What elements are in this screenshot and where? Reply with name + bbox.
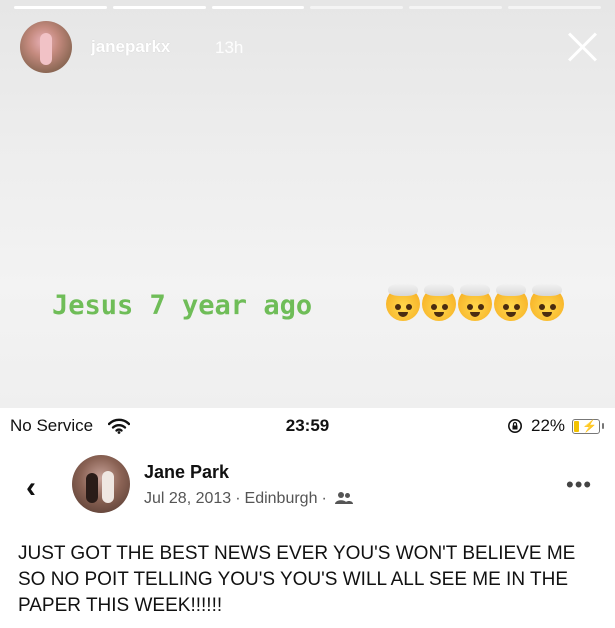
rotation-lock-icon: [508, 419, 522, 433]
story-view[interactable]: janeparkx 13h Jesus 7 year ago: [0, 0, 615, 408]
battery-icon: ⚡: [572, 419, 604, 434]
exploding-head-emoji-icon: [530, 283, 564, 321]
post-meta: Jul 28, 2013 · Edinburgh ·: [144, 490, 353, 508]
emoji-row: [386, 283, 564, 321]
exploding-head-emoji-icon: [494, 283, 528, 321]
close-icon[interactable]: [565, 30, 599, 64]
post-location[interactable]: Edinburgh: [245, 490, 318, 507]
story-caption: Jesus 7 year ago: [52, 290, 313, 321]
story-progress-segment: [508, 6, 601, 9]
post-text: JUST GOT THE BEST NEWS EVER YOU'S WON'T …: [18, 543, 576, 616]
story-progress-segment: [310, 6, 404, 9]
post-date[interactable]: Jul 28, 2013: [144, 490, 231, 507]
facebook-post: ‹ Jane Park Jul 28, 2013 · Edinburgh · ••• …: [0, 441, 615, 628]
status-bar: No Service 23:59 22% ⚡: [0, 408, 615, 441]
battery-percent: 22%: [531, 416, 566, 435]
story-progress-segment: [409, 6, 503, 9]
friends-audience-icon[interactable]: [334, 491, 353, 505]
back-chevron-icon[interactable]: ‹: [26, 473, 36, 503]
story-avatar[interactable]: [20, 21, 72, 73]
exploding-head-emoji-icon: [386, 283, 420, 321]
author-name[interactable]: Jane Park: [144, 462, 229, 483]
exploding-head-emoji-icon: [458, 283, 492, 321]
story-timestamp: 13h: [215, 38, 244, 57]
story-progress-segment: [211, 6, 305, 9]
exploding-head-emoji-icon: [422, 283, 456, 321]
story-progress-segment: [112, 6, 206, 9]
story-progress-segment: [14, 6, 107, 9]
more-options-icon[interactable]: •••: [566, 474, 592, 496]
story-progress-bar: [14, 6, 601, 9]
author-avatar[interactable]: [72, 455, 130, 513]
story-username[interactable]: janeparkx: [91, 37, 170, 57]
meta-separator: ·: [321, 490, 327, 507]
meta-separator: ·: [235, 490, 241, 507]
